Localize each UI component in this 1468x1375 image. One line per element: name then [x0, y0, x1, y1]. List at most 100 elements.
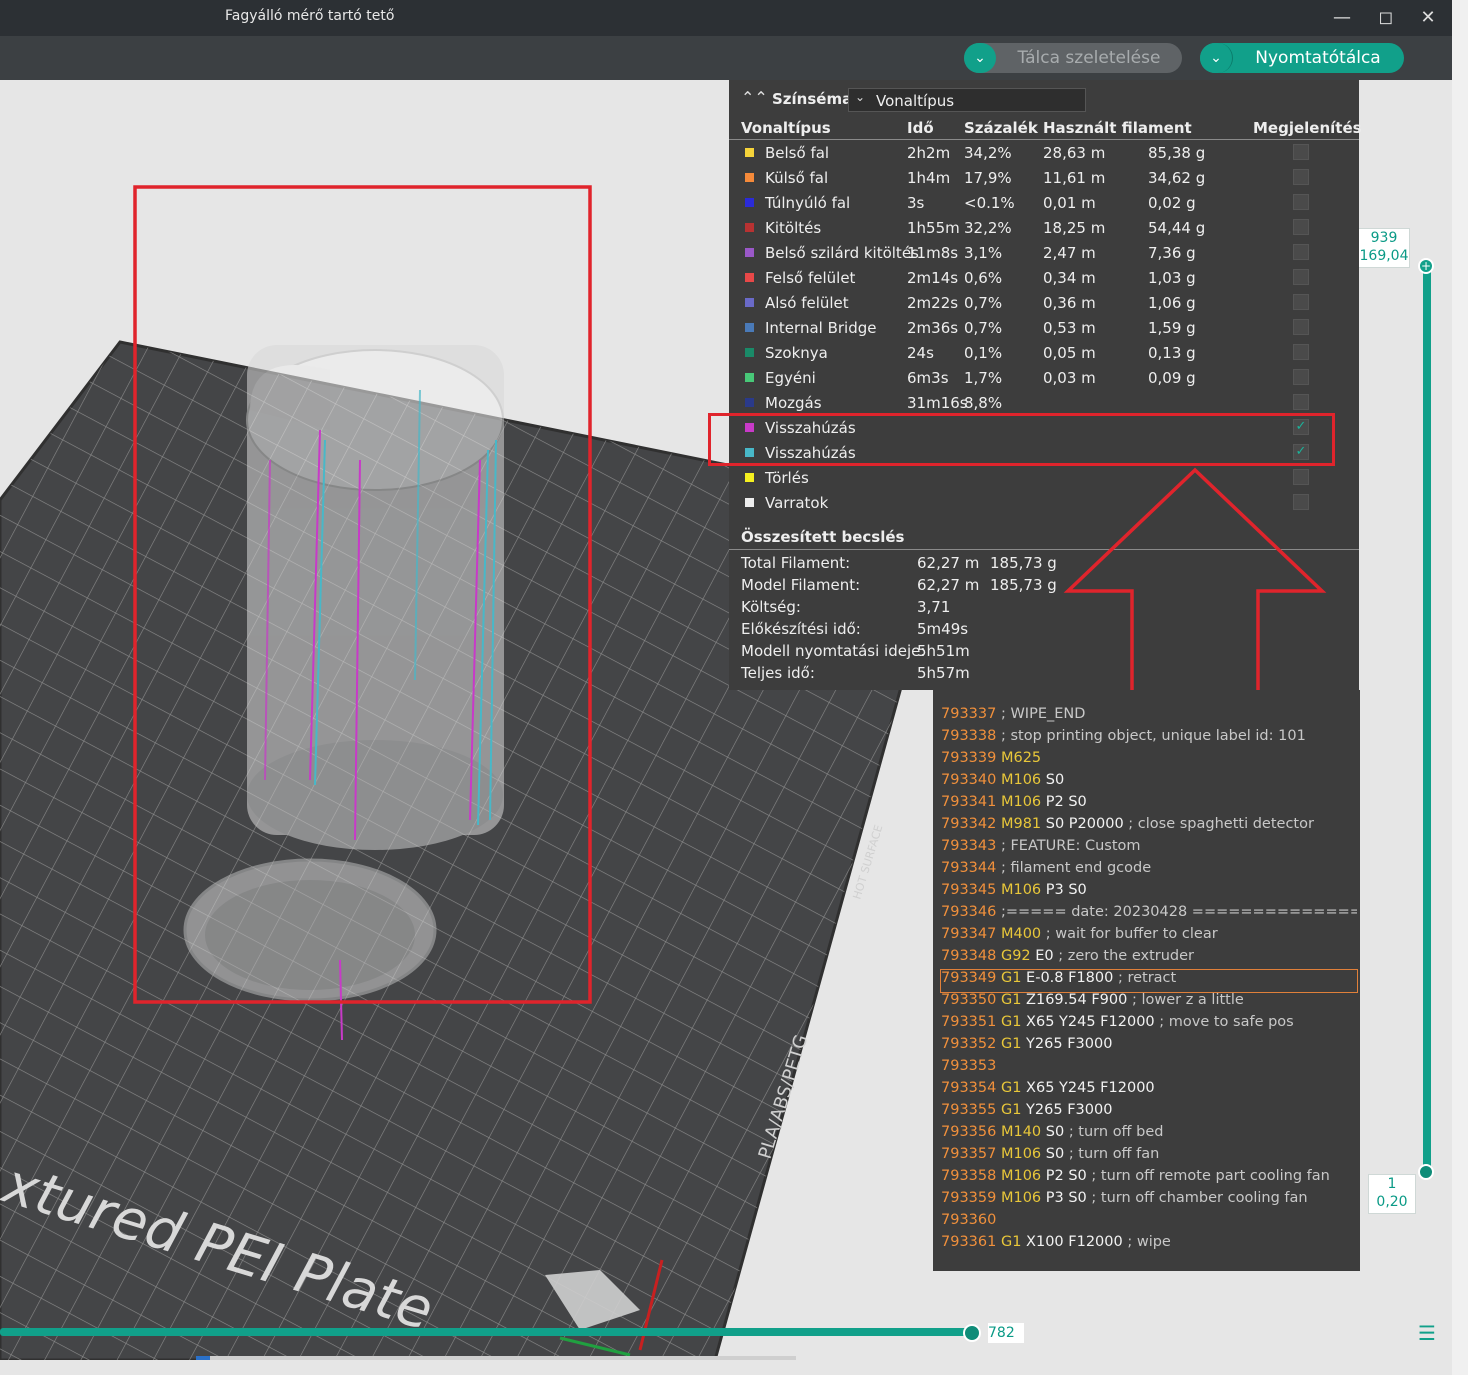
gcode-command: G1: [1000, 1014, 1022, 1030]
gcode-line-number: 793360: [941, 1212, 997, 1228]
gcode-line-selected[interactable]: 793349 G1 E-0.8 F1800 ; retract: [940, 969, 1358, 993]
display-checkbox[interactable]: [1293, 319, 1309, 335]
gcode-line-number: 793351: [941, 1014, 997, 1030]
display-checkbox[interactable]: [1293, 269, 1309, 285]
display-checkbox[interactable]: [1293, 344, 1309, 360]
layer-slider-top-thumb[interactable]: +: [1418, 258, 1434, 274]
gcode-line[interactable]: 793350 G1 Z169.54 F900 ; lower z a littl…: [941, 992, 1357, 1014]
gcode-line-number: 793361: [941, 1234, 997, 1250]
print-plate-button[interactable]: ⌄ Nyomtatótálca: [1200, 43, 1404, 73]
color-scheme-select[interactable]: ⌄ Vonaltípus: [848, 88, 1086, 112]
window-title: Fagyálló mérő tartó tető: [225, 8, 395, 24]
display-checkbox[interactable]: [1293, 144, 1309, 160]
display-checkbox[interactable]: [1293, 244, 1309, 260]
gcode-params: S0: [1045, 1124, 1065, 1140]
gcode-command: M106: [1000, 1146, 1042, 1162]
gcode-line-number: 793344: [941, 860, 997, 876]
gcode-line[interactable]: 793341 M106 P2 S0: [941, 794, 1357, 816]
gcode-line[interactable]: 793345 M106 P3 S0: [941, 882, 1357, 904]
gcode-line[interactable]: 793343 ; FEATURE: Custom: [941, 838, 1357, 860]
gcode-command: M106: [1000, 882, 1042, 898]
gcode-line-number: 793342: [941, 816, 997, 832]
display-checkbox[interactable]: [1293, 194, 1309, 210]
gcode-line[interactable]: 793355 G1 Y265 F3000: [941, 1102, 1357, 1124]
color-swatch: [745, 273, 754, 282]
gcode-comment: ; lower z a little: [1131, 992, 1244, 1008]
gcode-line[interactable]: 793359 M106 P3 S0 ; turn off chamber coo…: [941, 1190, 1357, 1212]
gcode-command: G1: [1000, 1102, 1022, 1118]
gcode-line-number: 793343: [941, 838, 997, 854]
summary-value: 62,27 m: [917, 576, 980, 594]
gcode-line[interactable]: 793337 ; WIPE_END: [941, 706, 1357, 728]
slice-plate-label: Tálca szeletelése: [1017, 48, 1161, 68]
color-swatch: [745, 298, 754, 307]
gcode-line[interactable]: 793357 M106 S0 ; turn off fan: [941, 1146, 1357, 1168]
gcode-line-number: 793358: [941, 1168, 997, 1184]
line-type-percent: 0,7%: [964, 294, 1003, 312]
gcode-line[interactable]: 793344 ; filament end gcode: [941, 860, 1357, 882]
gcode-line-number: 793353: [941, 1058, 997, 1074]
gcode-params: P2 S0: [1045, 1168, 1087, 1184]
line-type-name: Varratok: [765, 494, 829, 512]
print-plate-label: Nyomtatótálca: [1255, 48, 1381, 68]
chevron-down-icon[interactable]: ⌄: [964, 43, 996, 73]
line-type-name: Belső szilárd kitöltés: [765, 244, 919, 262]
line-type-percent: 34,2%: [964, 144, 1012, 162]
maximize-icon[interactable]: ◻: [1366, 4, 1406, 32]
gcode-comment: ; WIPE_END: [1000, 706, 1086, 722]
line-type-name: Egyéni: [765, 369, 816, 387]
legend-row: Belső szilárd kitöltés 11m8s 3,1% 2,47 m 7,3…: [729, 240, 1359, 265]
layer-slider-track[interactable]: [1423, 266, 1431, 1172]
gcode-comment: ; turn off bed: [1068, 1124, 1164, 1140]
chevron-down-icon[interactable]: ⌄: [1200, 43, 1233, 73]
line-type-weight: 1,06 g: [1148, 294, 1196, 312]
summary-title: Összesített becslés: [741, 528, 905, 546]
layers-icon[interactable]: ☰: [1416, 1322, 1438, 1344]
display-checkbox[interactable]: [1293, 394, 1309, 410]
gcode-line[interactable]: 793347 M400 ; wait for buffer to clear: [941, 926, 1357, 948]
gcode-command: M625: [1000, 750, 1042, 766]
display-checkbox[interactable]: [1293, 369, 1309, 385]
gcode-line-number: 793340: [941, 772, 997, 788]
gcode-line[interactable]: 793338 ; stop printing object, unique la…: [941, 728, 1357, 750]
display-checkbox[interactable]: [1293, 219, 1309, 235]
line-type-percent: 17,9%: [964, 169, 1012, 187]
chevron-down-icon: ⌄: [855, 90, 866, 104]
gcode-line[interactable]: 793351 G1 X65 Y245 F12000 ; move to safe…: [941, 1014, 1357, 1036]
collapse-chevron-up-icon[interactable]: ⌃⌃: [741, 88, 768, 107]
gcode-line[interactable]: 793356 M140 S0 ; turn off bed: [941, 1124, 1357, 1146]
gcode-line[interactable]: 793352 G1 Y265 F3000: [941, 1036, 1357, 1058]
line-type-length: 0,53 m: [1043, 319, 1096, 337]
gcode-comment: ; zero the extruder: [1058, 948, 1194, 964]
gcode-comment: ; retract: [1117, 970, 1177, 986]
gcode-line-number: 793359: [941, 1190, 997, 1206]
move-slider-track: [0, 1328, 972, 1336]
gcode-line[interactable]: 793340 M106 S0: [941, 772, 1357, 794]
close-icon[interactable]: ✕: [1408, 4, 1448, 32]
gcode-line[interactable]: 793358 M106 P2 S0 ; turn off remote part…: [941, 1168, 1357, 1190]
gcode-params: S0: [1045, 772, 1065, 788]
gcode-viewer[interactable]: 793337 ; WIPE_END 793338 ; stop printing …: [933, 690, 1360, 1271]
gcode-line-number: 793348: [941, 948, 997, 964]
gcode-comment: ;===== date: 20230428 ==================…: [1000, 904, 1357, 920]
gcode-line-number: 793341: [941, 794, 997, 810]
line-type-weight: 0,02 g: [1148, 194, 1196, 212]
gcode-line[interactable]: 793360: [941, 1212, 1357, 1234]
header-percent: Százalék: [964, 119, 1038, 137]
layer-bottom-height: 0,20: [1376, 1194, 1408, 1210]
slice-plate-button[interactable]: ⌄ Tálca szeletelése: [964, 43, 1182, 73]
summary-value: 5m49s: [917, 620, 969, 638]
gcode-line[interactable]: 793361 G1 X100 F12000 ; wipe: [941, 1234, 1357, 1256]
gcode-line[interactable]: 793354 G1 X65 Y245 F12000: [941, 1080, 1357, 1102]
minimize-icon[interactable]: —: [1322, 4, 1362, 32]
layer-slider-bottom-thumb[interactable]: [1418, 1164, 1434, 1180]
display-checkbox[interactable]: [1293, 169, 1309, 185]
gcode-params: S0 P20000: [1045, 816, 1124, 832]
display-checkbox[interactable]: [1293, 294, 1309, 310]
legend-row: Mozgás 31m16s 8,8%: [729, 390, 1359, 415]
gcode-line[interactable]: 793346 ;===== date: 20230428 ===========…: [941, 904, 1357, 926]
gcode-line[interactable]: 793339 M625: [941, 750, 1357, 772]
gcode-line[interactable]: 793348 G92 E0 ; zero the extruder: [941, 948, 1357, 970]
gcode-line[interactable]: 793342 M981 S0 P20000 ; close spaghetti …: [941, 816, 1357, 838]
gcode-line[interactable]: 793353: [941, 1058, 1357, 1080]
